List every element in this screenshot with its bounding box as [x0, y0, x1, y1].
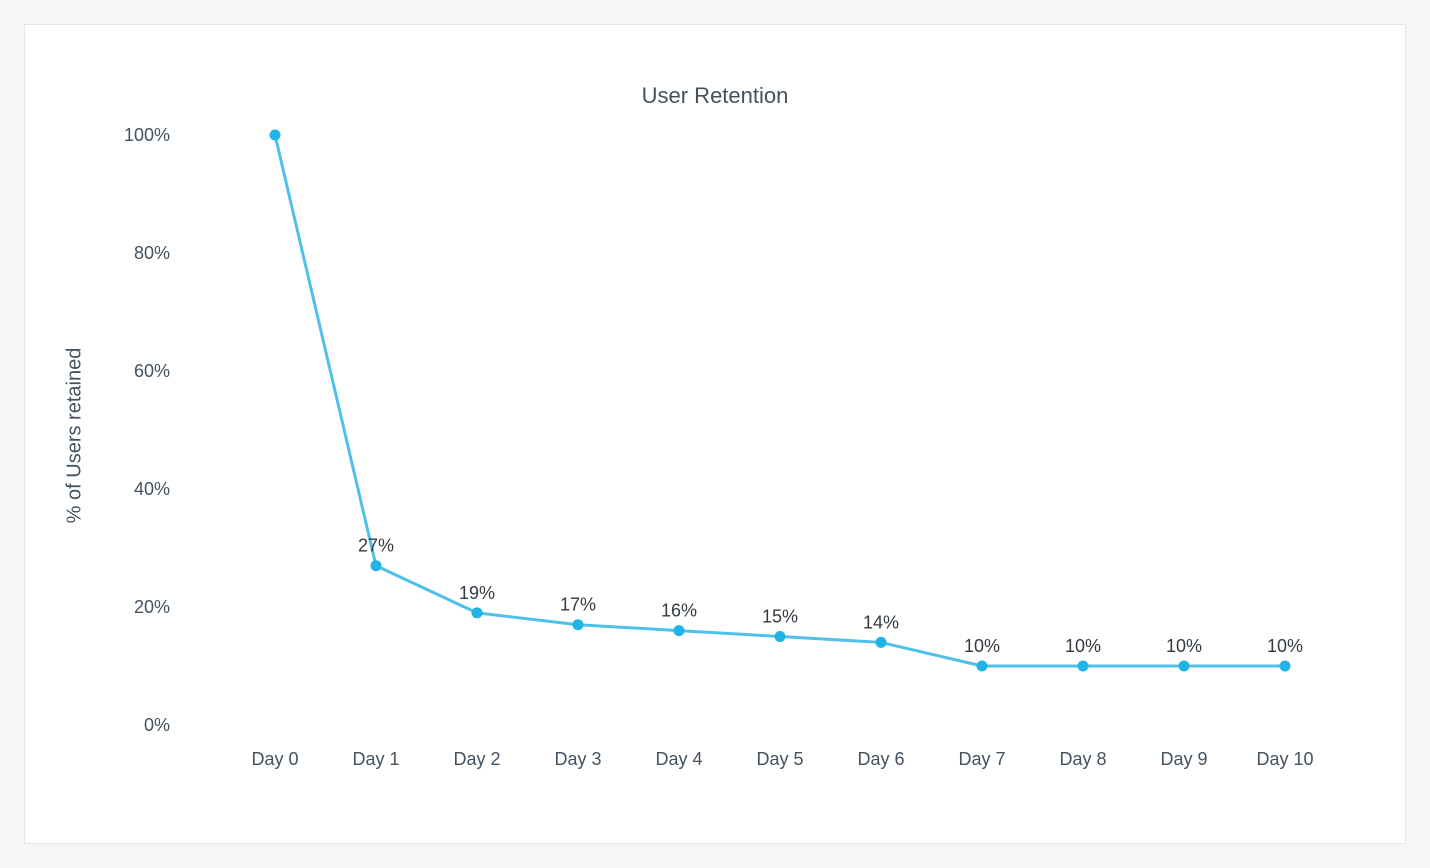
data-label: 10% — [1065, 636, 1101, 656]
data-label: 27% — [358, 536, 394, 556]
x-tick-label: Day 5 — [756, 749, 803, 769]
data-point — [1179, 661, 1190, 672]
data-label: 10% — [1166, 636, 1202, 656]
x-tick-label: Day 6 — [857, 749, 904, 769]
data-label: 19% — [459, 583, 495, 603]
data-point — [371, 560, 382, 571]
data-point — [1280, 661, 1291, 672]
data-point — [775, 631, 786, 642]
chart-card: User Retention % of Users retained 0%20%… — [24, 24, 1406, 844]
data-label: 16% — [661, 601, 697, 621]
y-tick-label: 100% — [124, 125, 170, 145]
data-label: 17% — [560, 595, 596, 615]
data-point — [674, 625, 685, 636]
data-point — [1078, 661, 1089, 672]
data-label: 14% — [863, 612, 899, 632]
x-tick-label: Day 9 — [1160, 749, 1207, 769]
data-point — [977, 661, 988, 672]
data-point — [270, 130, 281, 141]
y-tick-label: 80% — [134, 243, 170, 263]
y-tick-label: 60% — [134, 361, 170, 381]
data-label: 10% — [964, 636, 1000, 656]
data-point — [573, 619, 584, 630]
data-point — [472, 607, 483, 618]
x-tick-label: Day 0 — [251, 749, 298, 769]
data-point — [876, 637, 887, 648]
chart-plot-area: 0% 20% 40% 60% 80% 100% 27% 19% 17% 16% 15% 14% 10% 1… — [25, 25, 1407, 845]
x-tick-label: Day 2 — [453, 749, 500, 769]
x-tick-label: Day 7 — [958, 749, 1005, 769]
retention-line — [275, 135, 1285, 666]
x-tick-label: Day 3 — [554, 749, 601, 769]
x-tick-label: Day 8 — [1059, 749, 1106, 769]
y-tick-label: 40% — [134, 479, 170, 499]
x-tick-label: Day 4 — [655, 749, 702, 769]
y-tick-label: 20% — [134, 597, 170, 617]
data-label: 15% — [762, 607, 798, 627]
chart-svg: 0% 20% 40% 60% 80% 100% 27% 19% 17% 16% 15% 14% 10% 1… — [25, 25, 1407, 845]
y-tick-label: 0% — [144, 715, 170, 735]
x-tick-label: Day 10 — [1256, 749, 1313, 769]
data-label: 10% — [1267, 636, 1303, 656]
x-tick-label: Day 1 — [352, 749, 399, 769]
